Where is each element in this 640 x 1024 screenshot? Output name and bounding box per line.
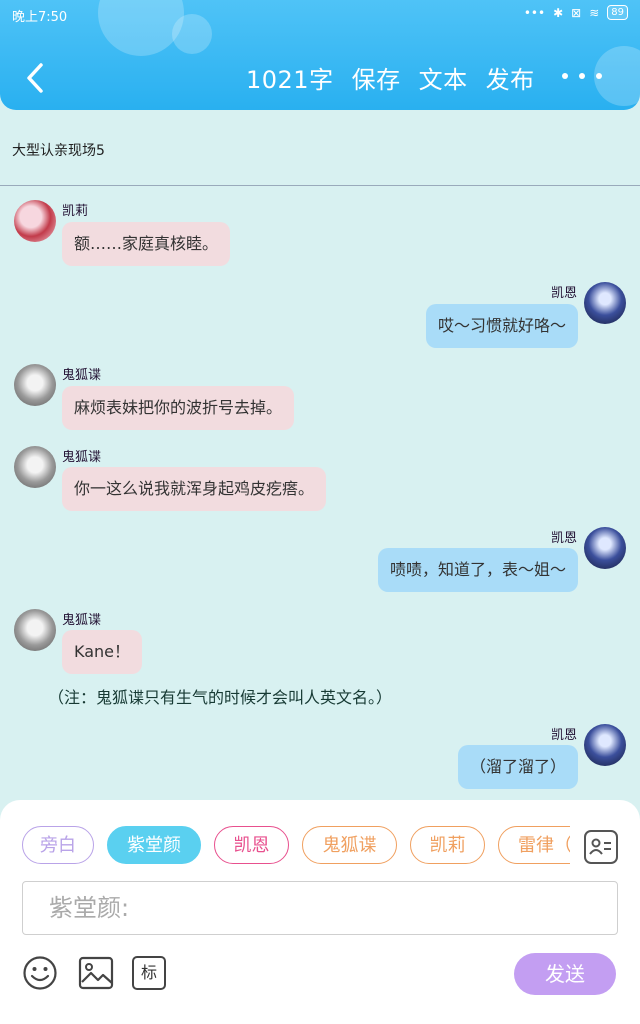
divider bbox=[0, 185, 640, 186]
message-sender-name: 凯恩 bbox=[551, 531, 578, 546]
message-sender-name: 鬼狐谍 bbox=[62, 450, 102, 465]
avatar[interactable] bbox=[14, 609, 56, 651]
message-sender-name: 鬼狐谍 bbox=[62, 368, 102, 383]
avatar[interactable] bbox=[14, 364, 56, 406]
battery-icon: 89 bbox=[607, 5, 628, 20]
avatar[interactable] bbox=[14, 446, 56, 488]
character-chip-kaien[interactable]: 凯恩 bbox=[214, 826, 289, 864]
top-header: 晚上7:50 ••• ✱ ⊠ ≋ 89 1021字 保存 文本 发布 bbox=[0, 0, 640, 110]
character-chip-kaili[interactable]: 凯莉 bbox=[410, 826, 485, 864]
message-sender-name: 凯恩 bbox=[551, 728, 578, 743]
message-bubble[interactable]: Kane！ bbox=[62, 630, 143, 674]
wifi-icon: ≋ bbox=[589, 5, 600, 20]
message-sender-name: 凯莉 bbox=[62, 204, 89, 219]
word-count: 1021字 bbox=[246, 66, 334, 94]
avatar[interactable] bbox=[584, 527, 626, 569]
message-bubble[interactable]: 啧啧，知道了，表～姐～ bbox=[377, 548, 578, 592]
back-button[interactable] bbox=[18, 58, 52, 98]
bluetooth-icon: ✱ bbox=[553, 5, 564, 20]
character-chip-leilv[interactable]: 雷律（ bbox=[498, 826, 570, 864]
more-dots-icon bbox=[562, 73, 568, 79]
no-sim-icon: ⊠ bbox=[571, 5, 582, 20]
message-bubble[interactable]: 哎～习惯就好咯～ bbox=[425, 304, 578, 348]
status-time: 晚上7:50 bbox=[12, 10, 68, 25]
character-chip-narrator[interactable]: 旁白 bbox=[22, 826, 94, 864]
avatar[interactable] bbox=[584, 724, 626, 766]
character-selector: 旁白 紫堂颜 凯恩 鬼狐谍 凯莉 雷律（ bbox=[0, 826, 570, 868]
mark-icon: 标 bbox=[140, 963, 157, 982]
character-chip-guihudie[interactable]: 鬼狐谍 bbox=[302, 826, 397, 864]
more-button[interactable] bbox=[562, 64, 602, 88]
chapter-title[interactable]: 大型认亲现场5 bbox=[12, 140, 105, 160]
message-bubble[interactable]: （溜了溜了） bbox=[457, 745, 578, 789]
message-sender-name: 鬼狐谍 bbox=[62, 613, 102, 628]
message-input-box[interactable] bbox=[22, 881, 618, 935]
emoji-icon[interactable] bbox=[22, 955, 58, 991]
mark-button[interactable]: 标 bbox=[132, 956, 166, 990]
message-bubble[interactable]: 你一这么说我就浑身起鸡皮疙瘩。 bbox=[62, 467, 327, 511]
character-chip-zitangyan[interactable]: 紫堂颜 bbox=[107, 826, 201, 864]
image-icon[interactable] bbox=[78, 955, 114, 991]
avatar[interactable] bbox=[14, 200, 56, 242]
signal-dots-icon: ••• bbox=[523, 5, 546, 20]
text-button[interactable]: 文本 bbox=[419, 60, 468, 95]
message-sender-name: 凯恩 bbox=[551, 286, 578, 301]
send-button[interactable]: 发送 bbox=[514, 953, 616, 995]
character-manage-button[interactable] bbox=[584, 830, 618, 864]
narration-note[interactable]: （注：鬼狐谍只有生气的时候才会叫人英文名。） bbox=[48, 684, 392, 708]
message-bubble[interactable]: 额……家庭真核睦。 bbox=[62, 222, 231, 266]
message-input[interactable] bbox=[23, 882, 617, 934]
publish-button[interactable]: 发布 bbox=[486, 60, 535, 95]
contact-card-icon bbox=[589, 838, 611, 855]
avatar[interactable] bbox=[584, 282, 626, 324]
header-toolbar: 1021字 保存 文本 发布 bbox=[246, 60, 535, 95]
save-button[interactable]: 保存 bbox=[352, 60, 401, 95]
message-bubble[interactable]: 麻烦表妹把你的波折号去掉。 bbox=[62, 386, 295, 430]
back-chevron-icon bbox=[27, 63, 43, 93]
status-bar: 晚上7:50 ••• ✱ ⊠ ≋ 89 bbox=[0, 0, 640, 28]
status-icons: ••• ✱ ⊠ ≋ 89 bbox=[524, 5, 628, 20]
